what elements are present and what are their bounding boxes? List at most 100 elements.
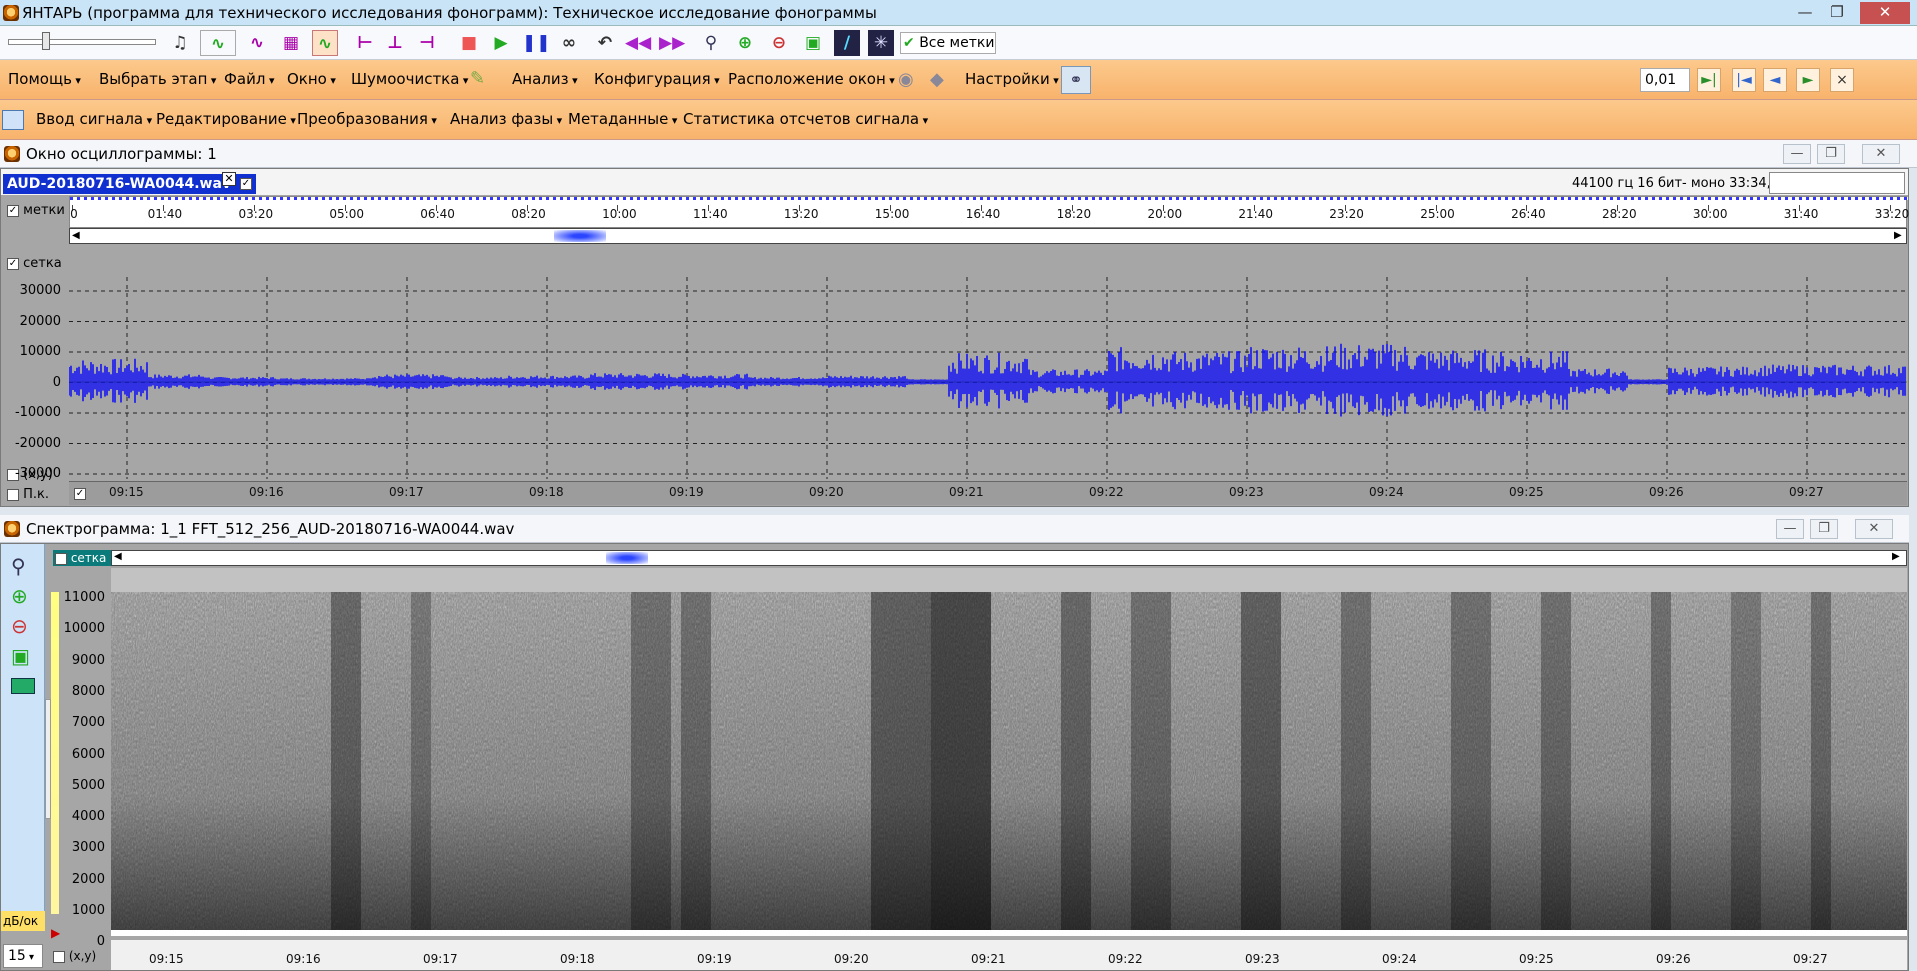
camera-user-icon[interactable]: ◆ <box>930 69 944 90</box>
play-icon[interactable]: ▶ <box>488 30 514 56</box>
menu-analysis[interactable]: Анализ <box>512 70 578 88</box>
scope-line-icon[interactable]: ∕ <box>834 30 860 56</box>
spec-minimize-icon[interactable]: — <box>1776 519 1804 539</box>
step-left-bar-icon[interactable]: |◄ <box>1732 68 1756 92</box>
zoom-out-icon[interactable]: ⊖ <box>766 30 792 56</box>
marker-left-icon[interactable]: ⊢ <box>352 30 378 56</box>
step-right-bar-icon[interactable]: ►| <box>1697 68 1721 92</box>
wave-icon[interactable]: ∿ <box>244 30 270 56</box>
menu-select-stage[interactable]: Выбрать этап <box>99 70 216 88</box>
close-icon[interactable]: ✕ <box>1860 2 1910 24</box>
menu-editing[interactable]: Редактирование <box>156 110 296 128</box>
loop-icon[interactable]: ∞ <box>556 30 582 56</box>
menu-window[interactable]: Окно <box>287 70 336 88</box>
osc-maximize-icon[interactable]: ❐ <box>1817 144 1845 164</box>
osc-format-field[interactable] <box>1769 172 1905 194</box>
spec-zoom-out-icon[interactable]: ⊖ <box>11 614 28 638</box>
osc-scroll-thumb[interactable] <box>554 230 606 242</box>
menu-sample-stats[interactable]: Статистика отсчетов сигнала <box>683 110 928 128</box>
spec-image[interactable] <box>111 592 1907 936</box>
osc-scrollbar[interactable]: ◀ ▶ <box>69 228 1907 244</box>
osc-close-icon[interactable]: ✕ <box>1862 144 1900 164</box>
spec-palette-icon[interactable] <box>11 678 35 694</box>
menu-metadata[interactable]: Метаданные <box>568 110 677 128</box>
osc-file-close-icon[interactable]: ✕ <box>222 172 236 186</box>
menu-file[interactable]: Файл <box>224 70 274 88</box>
zoom-fit-icon[interactable]: ⚲ <box>698 30 724 56</box>
return-icon[interactable]: ↶ <box>592 30 618 56</box>
spec-energy-band <box>1541 592 1571 932</box>
step-forward-icon[interactable]: ► <box>1796 68 1820 92</box>
zoom-region-icon[interactable]: ▣ <box>800 30 826 56</box>
overview-tick-label: 28:20 <box>1602 207 1637 221</box>
minimize-icon[interactable]: — <box>1790 2 1820 24</box>
osc-x-tick-label: 09:19 <box>669 485 704 499</box>
menu-help[interactable]: Помощь <box>8 70 81 88</box>
stop-icon[interactable]: ■ <box>456 30 482 56</box>
spec-energy-band <box>1451 592 1491 932</box>
spec-zoom-in-icon[interactable]: ⊕ <box>11 584 28 608</box>
menu-noise-cleaning[interactable]: Шумоочистка <box>351 70 468 88</box>
spec-maximize-icon[interactable]: ❐ <box>1810 519 1838 539</box>
osc-file-tab[interactable]: AUD-20180716-WA0044.wav ✓ <box>3 174 256 194</box>
spec-grid-label: сетка <box>70 551 107 565</box>
window-list-icon[interactable] <box>2 110 24 130</box>
osc-marks-checkbox[interactable]: ✓ <box>7 204 19 217</box>
overview-tick-label: 25:00 <box>1420 207 1455 221</box>
osc-pk-checkbox[interactable] <box>7 488 19 501</box>
spec-db-select[interactable]: 15 ▾ <box>3 944 43 968</box>
osc-scroll-right-icon[interactable]: ▶ <box>1894 230 1902 241</box>
osc-pk-toggle[interactable]: П.к. <box>7 487 49 502</box>
step-close-button[interactable]: × <box>1830 68 1854 92</box>
spec-grid-checkbox[interactable] <box>55 552 67 565</box>
spec-zoom-region-icon[interactable]: ▣ <box>11 644 30 668</box>
headphones-icon[interactable]: ♫ <box>167 30 193 56</box>
broom-icon[interactable]: ✎ <box>470 68 494 92</box>
osc-file-checkbox[interactable]: ✓ <box>239 178 252 190</box>
spec-scroll-right-icon[interactable]: ▶ <box>1892 551 1900 562</box>
step-input[interactable]: 0,01 <box>1640 68 1690 92</box>
step-back-icon[interactable]: ◄ <box>1763 68 1787 92</box>
rewind-icon[interactable]: ◀◀ <box>625 30 651 56</box>
osc-grid-toggle[interactable]: ✓ сетка <box>7 256 62 271</box>
menu-signal-input[interactable]: Ввод сигнала <box>36 110 152 128</box>
pause-icon[interactable]: ❚❚ <box>522 30 551 56</box>
menu-phase-analysis[interactable]: Анализ фазы <box>450 110 562 128</box>
marker-mid-icon[interactable]: ⊥ <box>382 30 408 56</box>
spec-scrollbar[interactable]: ◀ ▶ <box>111 550 1907 566</box>
spec-xy-toggle[interactable]: (x,y) <box>53 949 96 963</box>
osc-waveform-plot[interactable] <box>69 277 1907 479</box>
menu-configuration[interactable]: Конфигурация <box>594 70 720 88</box>
spec-zoom-fit-icon[interactable]: ⚲ <box>11 554 26 578</box>
scope-bright-icon[interactable]: ✳ <box>868 30 894 56</box>
spec-close-icon[interactable]: ✕ <box>1855 519 1893 539</box>
osc-minimize-icon[interactable]: — <box>1783 144 1811 164</box>
zoom-in-icon[interactable]: ⊕ <box>732 30 758 56</box>
osc-grid-checkbox[interactable]: ✓ <box>7 257 19 270</box>
osc-scroll-left-icon[interactable]: ◀ <box>72 230 80 241</box>
spec-scroll-thumb[interactable] <box>606 552 648 564</box>
spec-energy-band <box>1731 592 1761 932</box>
camera-icon[interactable]: ◉ <box>898 69 914 90</box>
spec-bottom-edge <box>111 930 1907 936</box>
osc-x-tick-label: 09:26 <box>1649 485 1684 499</box>
menu-window-layout[interactable]: Расположение окон <box>728 70 895 88</box>
volume-slider[interactable] <box>8 39 156 45</box>
marks-dropdown[interactable]: ✔ Все метки ▾ <box>900 32 996 70</box>
menu-transforms[interactable]: Преобразования <box>297 110 437 128</box>
wave-active-icon[interactable]: ∿ <box>312 30 338 56</box>
wave-edit-icon[interactable]: ∿ <box>200 30 236 56</box>
spec-scroll-left-icon[interactable]: ◀ <box>114 551 122 562</box>
wave-frame-icon[interactable]: ▦ <box>278 30 304 56</box>
link-icon[interactable]: ⚭ <box>1061 66 1091 94</box>
forward-icon[interactable]: ▶▶ <box>659 30 685 56</box>
menu-settings[interactable]: Настройки <box>965 70 1059 88</box>
app-icon <box>3 5 19 21</box>
osc-time-axis-checkbox[interactable]: ✓ <box>74 488 86 500</box>
spec-grid-toggle[interactable]: сетка <box>53 550 111 566</box>
marker-right-icon[interactable]: ⊣ <box>414 30 440 56</box>
volume-slider-thumb[interactable] <box>42 32 50 50</box>
maximize-icon[interactable]: ❐ <box>1822 2 1852 24</box>
spec-xy-checkbox[interactable] <box>53 950 65 963</box>
osc-overview-timeline[interactable]: 0 01:40 03:20 05:00 06:40 08:20 10:00 11:40 13:2… <box>69 196 1909 228</box>
